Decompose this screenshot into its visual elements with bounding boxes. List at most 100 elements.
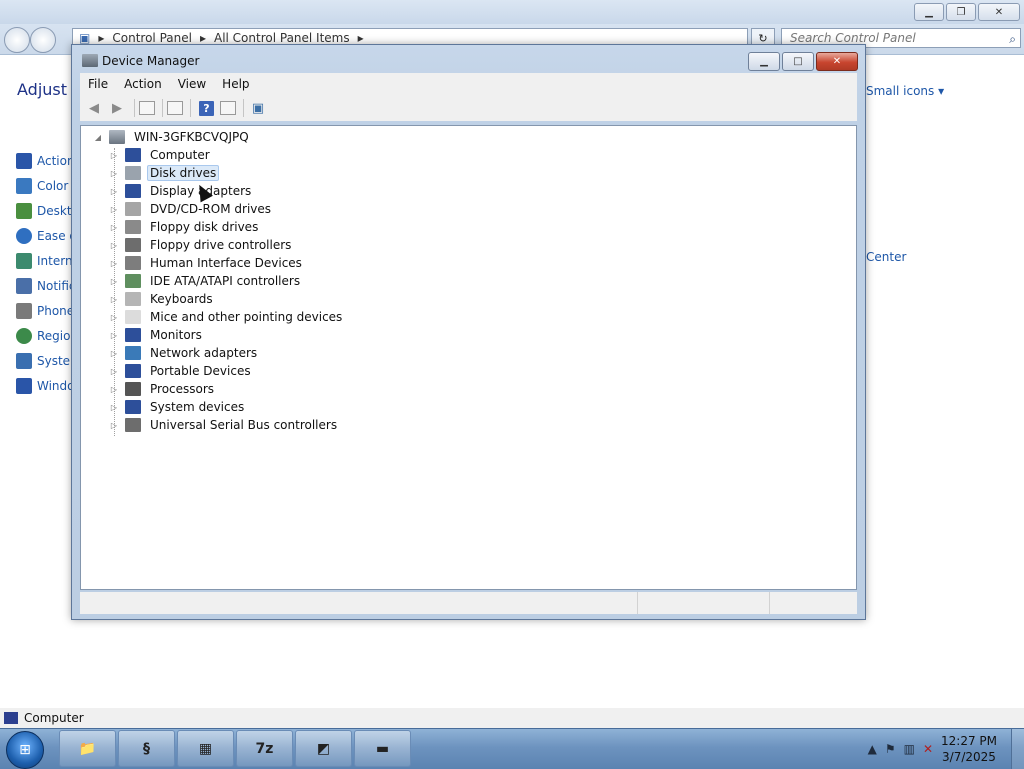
help-icon[interactable]: ? xyxy=(199,100,214,116)
search-icon[interactable]: ⌕ xyxy=(1009,30,1016,48)
tree-item[interactable]: ▷ Display adapters xyxy=(109,182,345,200)
control-panel-taskbar-button[interactable]: ▦ xyxy=(177,730,234,767)
volume-muted-icon[interactable]: ✕ xyxy=(923,742,933,756)
tree-item-label: Processors xyxy=(150,382,215,396)
view-by-dropdown[interactable]: Small icons ▾ xyxy=(866,84,944,98)
back-button[interactable] xyxy=(4,27,30,53)
expand-icon[interactable]: ▷ xyxy=(109,151,119,160)
expand-icon[interactable]: ▷ xyxy=(109,241,119,250)
tree-item[interactable]: ▷ Network adapters xyxy=(109,344,345,362)
system-tray: ▲ ⚑ ▥ ✕ 12:27 PM 3/7/2025 xyxy=(868,729,1024,769)
forward-arrow-icon[interactable]: ▶ xyxy=(107,98,127,118)
properties-icon[interactable] xyxy=(167,101,183,115)
toolbar-separator xyxy=(190,99,191,117)
clock[interactable]: 12:27 PM 3/7/2025 xyxy=(941,733,997,765)
expand-icon[interactable]: ▷ xyxy=(109,259,119,268)
expand-icon[interactable]: ▷ xyxy=(109,367,119,376)
device-manager-window: Device Manager ▁ □ ✕ File Action View He… xyxy=(71,44,866,620)
tree-item[interactable]: ▷ Human Interface Devices xyxy=(109,254,345,272)
floppy-disk-icon xyxy=(125,220,141,234)
explorer-status-bar: Computer xyxy=(0,708,1024,728)
menu-help[interactable]: Help xyxy=(214,77,257,91)
breadcrumb-control-panel[interactable]: Control Panel xyxy=(112,31,192,45)
tree-item[interactable]: ▷ Universal Serial Bus controllers xyxy=(109,416,345,434)
start-button[interactable]: ⊞ xyxy=(6,731,44,769)
toolbox-taskbar-button[interactable]: ▬ xyxy=(354,730,411,767)
taskbar: ⊞ 📁 § ▦ 7z ◩ ▬ ▲ ⚑ ▥ ✕ 12:27 PM 3/7/2025 xyxy=(0,728,1024,769)
expand-icon[interactable]: ▷ xyxy=(109,223,119,232)
expand-icon[interactable]: ▷ xyxy=(109,403,119,412)
control-panel-titlebar: ▁ ❐ ✕ xyxy=(0,0,1024,24)
expand-icon[interactable]: ▷ xyxy=(109,349,119,358)
tree-item[interactable]: ▷ Floppy drive controllers xyxy=(109,236,345,254)
network-adapter-icon xyxy=(125,346,141,360)
breadcrumb-all-items[interactable]: All Control Panel Items xyxy=(214,31,350,45)
show-desktop-button[interactable] xyxy=(1011,729,1024,769)
action-center-flag-icon[interactable]: ⚑ xyxy=(885,742,896,756)
menu-view[interactable]: View xyxy=(170,77,214,91)
expand-icon[interactable]: ▷ xyxy=(109,169,119,178)
tree-item-label: Network adapters xyxy=(150,346,258,360)
app-taskbar-button-2[interactable]: § xyxy=(118,730,175,767)
cp-item-center[interactable]: Center xyxy=(866,250,906,264)
expand-icon[interactable]: ▷ xyxy=(109,385,119,394)
status-pane xyxy=(770,592,857,614)
expand-icon[interactable]: ▷ xyxy=(109,187,119,196)
keyboard-icon xyxy=(125,292,141,306)
menu-action[interactable]: Action xyxy=(116,77,170,91)
scan-hardware-icon[interactable]: ▣ xyxy=(248,98,268,118)
tree-item[interactable]: ▷ System devices xyxy=(109,398,345,416)
tree-item[interactable]: ▷ Portable Devices xyxy=(109,362,345,380)
processor-icon xyxy=(125,382,141,396)
tree-item[interactable]: ▷ Keyboards xyxy=(109,290,345,308)
desktop-icon xyxy=(16,202,32,219)
device-manager-icon xyxy=(82,54,98,67)
show-action-pane-icon[interactable] xyxy=(220,101,236,115)
forward-button[interactable] xyxy=(30,27,56,53)
tree-item[interactable]: ▷ Computer xyxy=(109,146,345,164)
show-hide-console-tree-icon[interactable] xyxy=(139,101,155,115)
back-arrow-icon[interactable]: ◀ xyxy=(84,98,104,118)
clock-date: 3/7/2025 xyxy=(942,750,996,764)
close-button[interactable]: ✕ xyxy=(816,52,858,71)
minimize-button[interactable]: ▁ xyxy=(748,52,780,71)
expand-icon[interactable]: ▷ xyxy=(109,313,119,322)
tree-item[interactable]: ▷ DVD/CD-ROM drives xyxy=(109,200,345,218)
expand-icon[interactable]: ▷ xyxy=(109,421,119,430)
notification-icon xyxy=(16,277,32,294)
tree-item-label: Monitors xyxy=(150,328,202,342)
tree-item[interactable]: ▷ Disk drives xyxy=(109,164,345,182)
restore-button[interactable]: ❐ xyxy=(946,3,976,21)
taskbar-app-icon: ▦ xyxy=(198,740,213,757)
toolbar-separator xyxy=(134,99,135,117)
display-adapter-icon xyxy=(125,184,141,198)
network-icon[interactable]: ▥ xyxy=(904,742,915,756)
tree-root[interactable]: ◢ WIN-3GFKBCVQJPQ xyxy=(93,128,252,146)
show-hidden-icons-icon[interactable]: ▲ xyxy=(868,742,877,756)
color-icon xyxy=(16,177,32,194)
app-taskbar-button-5[interactable]: ◩ xyxy=(295,730,352,767)
menu-file[interactable]: File xyxy=(80,77,116,91)
breadcrumb-separator-icon: ▸ xyxy=(357,31,364,45)
computer-icon xyxy=(125,148,141,162)
close-button[interactable]: ✕ xyxy=(978,3,1020,21)
expand-icon[interactable]: ▷ xyxy=(109,331,119,340)
expand-icon[interactable]: ▷ xyxy=(109,277,119,286)
device-manager-titlebar[interactable]: Device Manager ▁ □ ✕ xyxy=(72,45,865,75)
maximize-button[interactable]: □ xyxy=(782,52,814,71)
minimize-button[interactable]: ▁ xyxy=(914,3,944,21)
taskbar-app-icon: 7z xyxy=(255,740,274,757)
7zip-taskbar-button[interactable]: 7z xyxy=(236,730,293,767)
status-pane xyxy=(80,592,638,614)
status-bar xyxy=(80,592,857,614)
tree-item[interactable]: ▷ Mice and other pointing devices xyxy=(109,308,345,326)
tree-item[interactable]: ▷ IDE ATA/ATAPI controllers xyxy=(109,272,345,290)
collapse-icon[interactable]: ◢ xyxy=(93,133,103,142)
tree-item[interactable]: ▷ Monitors xyxy=(109,326,345,344)
tree-item-label: Floppy drive controllers xyxy=(150,238,292,252)
expand-icon[interactable]: ▷ xyxy=(109,295,119,304)
tree-item[interactable]: ▷ Floppy disk drives xyxy=(109,218,345,236)
expand-icon[interactable]: ▷ xyxy=(109,205,119,214)
explorer-taskbar-button[interactable]: 📁 xyxy=(59,730,116,767)
tree-item[interactable]: ▷ Processors xyxy=(109,380,345,398)
